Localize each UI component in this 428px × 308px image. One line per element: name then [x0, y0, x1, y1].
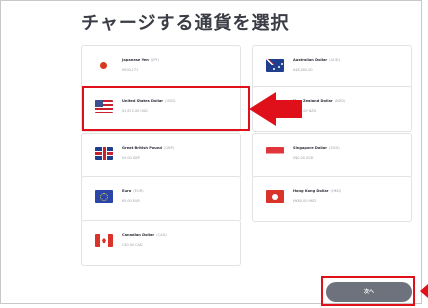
currency-card-jpy[interactable]: Japanese Yen (JPY) ¥500,171: [81, 45, 241, 91]
currency-name: Great British Pound (GBP): [122, 146, 175, 150]
currency-balance: S$0.00 SGD: [293, 156, 314, 160]
ca-flag-icon: [95, 234, 113, 247]
currency-card-cad[interactable]: Canadian Dollar (CAD) C$0.00 CAD: [81, 220, 241, 266]
currency-balance: C$0.00 CAD: [122, 243, 143, 247]
page-title: チャージする通貨を選択: [81, 13, 290, 34]
currency-card-nzd[interactable]: New Zealand Dollar (NZD) NZ$0.00 NZD: [252, 86, 412, 132]
currency-name: New Zealand Dollar (NZD): [293, 99, 346, 103]
hk-flag-icon: [266, 190, 284, 203]
currency-balance: £0.00 GBP: [122, 156, 140, 160]
nz-flag-icon: [266, 100, 284, 113]
usd-card-highlight-box: [82, 86, 250, 131]
currency-name: Hong Kong Dollar (HKD): [293, 189, 342, 193]
currency-name: Japanese Yen (JPY): [122, 58, 160, 62]
currency-balance: €0.00 EUR: [122, 199, 140, 203]
sg-flag-icon: [266, 147, 284, 160]
currency-card-gbp[interactable]: Great British Pound (GBP) £0.00 GBP: [81, 133, 241, 179]
currency-name: Singapore Dollar (SGD): [293, 146, 340, 150]
currency-name: Canadian Dollar (CAD): [122, 233, 167, 237]
currency-card-aud[interactable]: Australian Dollar (AUD) A$8,000.00: [252, 45, 412, 91]
currency-card-hkd[interactable]: Hong Kong Dollar (HKD) HK$0.00 HKD: [252, 176, 412, 222]
gb-flag-icon: [95, 147, 113, 160]
currency-select-screen: チャージする通貨を選択 Japanese Yen (JPY) ¥500,171 A…: [0, 0, 422, 304]
currency-balance: HK$0.00 HKD: [293, 199, 316, 203]
currency-card-eur[interactable]: Euro (EUR) €0.00 EUR: [81, 176, 241, 222]
currency-balance: NZ$0.00 NZD: [293, 109, 317, 113]
currency-balance: A$8,000.00: [293, 68, 313, 72]
au-flag-icon: [266, 59, 284, 72]
next-button-highlight-box: [321, 276, 415, 306]
currency-card-sgd[interactable]: Singapore Dollar (SGD) S$0.00 SGD: [252, 133, 412, 179]
currency-name: Australian Dollar (AUD): [293, 58, 340, 62]
currency-balance: ¥500,171: [122, 68, 139, 72]
eu-flag-icon: [95, 190, 113, 203]
currency-name: Euro (EUR): [122, 189, 144, 193]
jp-flag-icon: [95, 59, 113, 72]
